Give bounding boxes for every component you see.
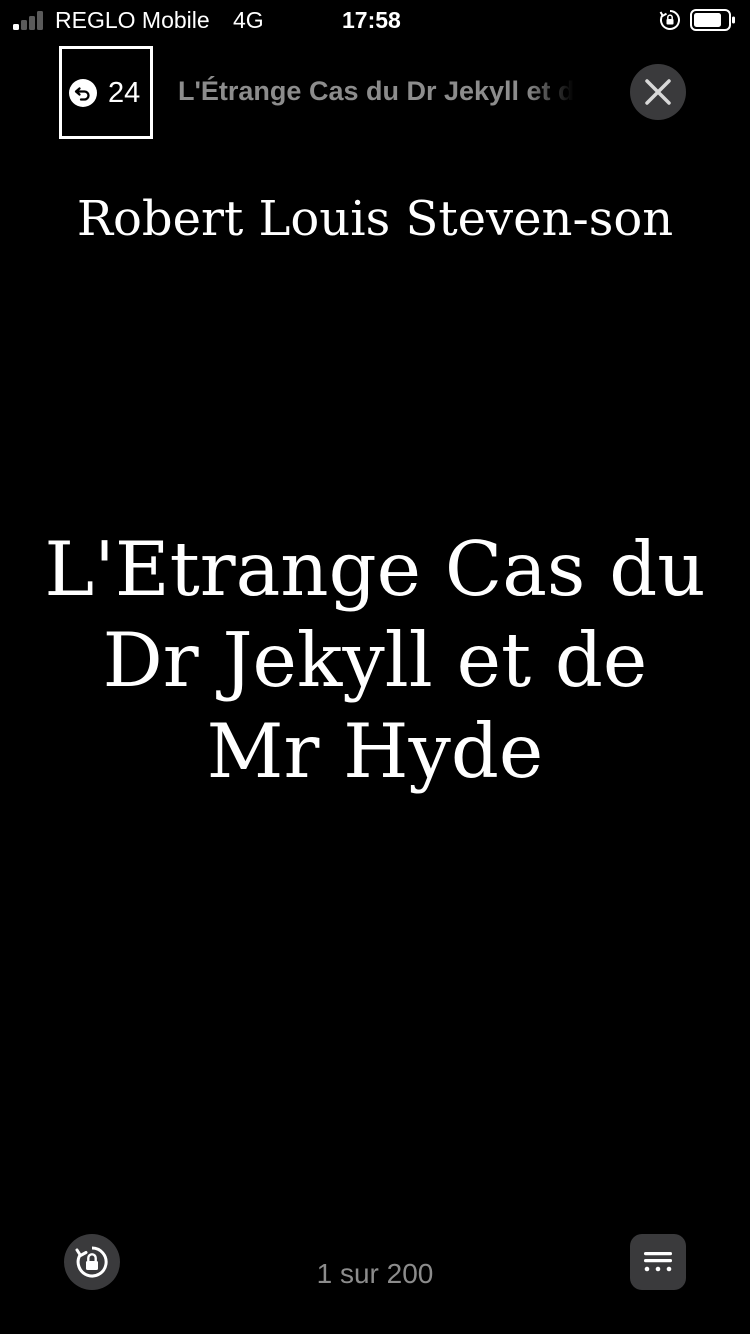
back-arrow-icon	[69, 79, 97, 107]
network-type: 4G	[233, 7, 264, 33]
book-title: L'Etrange Cas du Dr Jekyll et de Mr Hyde	[44, 525, 706, 795]
rotation-lock-icon	[75, 1246, 108, 1278]
carrier-name: REGLO Mobile	[55, 7, 210, 33]
menu-dots-icon	[644, 1252, 672, 1272]
battery-icon	[690, 9, 735, 31]
back-to-location-button[interactable]: 24	[59, 46, 153, 139]
orientation-lock-icon	[659, 10, 680, 30]
close-icon	[645, 79, 671, 105]
book-header-title: L'Étrange Cas du Dr Jekyll et de Mr Hyde	[178, 76, 574, 106]
rotation-lock-button[interactable]	[64, 1234, 120, 1290]
page-indicator: 1 sur 200	[316, 1258, 434, 1289]
signal-strength-icon	[13, 10, 47, 30]
status-bar: REGLO Mobile 4G 17:58	[0, 0, 750, 40]
book-author: Robert Louis Steven-son	[76, 191, 674, 247]
status-time: 17:58	[342, 7, 401, 33]
close-button[interactable]	[630, 64, 686, 120]
back-page-count: 24	[108, 77, 141, 109]
reader-menu-button[interactable]	[630, 1234, 686, 1290]
